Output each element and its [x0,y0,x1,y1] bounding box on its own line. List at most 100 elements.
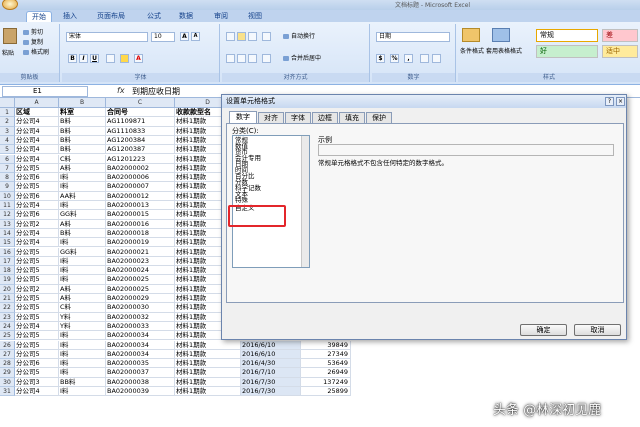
table-cell[interactable]: AG1201223 [106,154,175,164]
row-header[interactable]: 12 [0,210,15,220]
font-size-select[interactable]: 10 [151,32,175,42]
table-cell[interactable]: BA02000002 [106,163,175,174]
table-cell[interactable]: GG料 [59,247,106,257]
align-top-icon[interactable] [226,32,235,41]
table-cell[interactable]: BA02000013 [106,201,175,211]
table-cell[interactable]: AG1110833 [106,126,175,136]
row-header[interactable]: 26 [0,340,15,350]
table-cell[interactable]: Y料 [59,312,106,322]
table-cell[interactable]: 材料1期款 [175,368,241,378]
table-cell[interactable]: 53649 [301,359,351,369]
row-header[interactable]: 1 [0,108,15,118]
name-box[interactable]: E1 [2,86,88,97]
tab-page-layout[interactable]: 页面布局 [92,11,130,22]
row-header[interactable]: 11 [0,201,15,211]
table-cell[interactable]: 分公司4 [15,145,59,155]
row-header[interactable]: 17 [0,256,15,267]
table-cell[interactable]: 2016/6/10 [241,349,301,360]
decrease-decimal-icon[interactable] [432,54,441,63]
row-header[interactable]: 24 [0,321,15,332]
table-cell[interactable]: 分公司4 [15,117,59,127]
table-cell[interactable]: 137249 [301,377,351,387]
table-cell[interactable]: 分公司5 [15,182,59,192]
fill-color-icon[interactable] [120,54,129,63]
table-cell[interactable]: 分公司5 [15,331,59,341]
select-all-corner[interactable] [0,98,15,108]
tab-insert[interactable]: 插入 [58,11,82,22]
table-cell[interactable]: BA02000021 [106,247,175,257]
table-cell[interactable]: 材料1期款 [175,340,241,350]
table-format-button[interactable]: 套用表格格式 [484,46,524,55]
comma-button[interactable]: , [404,54,413,63]
table-cell[interactable]: 合同号 [106,108,175,118]
table-cell[interactable]: AG1200384 [106,135,175,146]
table-cell[interactable]: 分公司5 [15,340,59,350]
align-center-icon[interactable] [237,54,246,63]
align-middle-icon[interactable] [237,32,246,41]
align-right-icon[interactable] [248,54,257,63]
row-header[interactable]: 25 [0,331,15,341]
table-cell[interactable]: 2016/7/30 [241,377,301,387]
row-header[interactable]: 28 [0,359,15,369]
row-header[interactable]: 21 [0,294,15,304]
table-cell[interactable]: 分公司6 [15,210,59,220]
tab-view[interactable]: 视图 [243,11,267,22]
table-cell[interactable]: 分公司5 [15,294,59,304]
row-header[interactable]: 4 [0,135,15,146]
style-good[interactable]: 好 [536,45,598,58]
row-header[interactable]: 31 [0,387,15,397]
table-cell[interactable]: B料 [59,117,106,127]
table-cell[interactable]: 分公司5 [15,247,59,257]
table-format-icon[interactable] [492,28,510,42]
table-cell[interactable]: A料 [59,284,106,294]
increase-decimal-icon[interactable] [420,54,429,63]
row-header[interactable]: 13 [0,219,15,229]
table-cell[interactable]: 分公司5 [15,256,59,267]
table-cell[interactable]: BA02000016 [106,219,175,229]
table-cell[interactable]: BB料 [59,377,106,387]
table-cell[interactable]: 2016/7/10 [241,368,301,378]
underline-button[interactable]: U [90,54,99,63]
column-header-a[interactable]: A [15,98,59,108]
table-cell[interactable]: A料 [59,219,106,229]
conditional-format-icon[interactable] [462,28,480,42]
row-header[interactable]: 7 [0,163,15,174]
table-cell[interactable]: 分公司4 [15,321,59,332]
table-cell[interactable]: 区域 [15,108,59,118]
tab-review[interactable]: 审阅 [209,11,233,22]
row-header[interactable]: 19 [0,275,15,285]
table-cell[interactable]: 分公司5 [15,163,59,174]
table-cell[interactable]: B料 [59,135,106,146]
table-cell[interactable]: 39849 [301,340,351,350]
row-header[interactable]: 10 [0,191,15,201]
row-header[interactable]: 30 [0,377,15,387]
style-normal[interactable]: 常规 [536,29,598,42]
table-cell[interactable]: 分公司5 [15,303,59,313]
table-cell[interactable]: I料 [59,182,106,192]
table-cell[interactable]: B料 [59,145,106,155]
table-cell[interactable]: BA02000018 [106,228,175,239]
table-cell[interactable]: I料 [59,340,106,350]
table-cell[interactable]: 分公司6 [15,191,59,201]
help-icon[interactable]: ? [605,97,614,106]
table-cell[interactable]: BA02000025 [106,275,175,285]
table-cell[interactable]: AG1109871 [106,117,175,127]
tab-fill[interactable]: 填充 [339,112,365,123]
row-header[interactable]: 3 [0,126,15,136]
table-cell[interactable]: BA02000030 [106,303,175,313]
column-header-b[interactable]: B [59,98,106,108]
align-bottom-icon[interactable] [248,32,257,41]
row-header[interactable]: 29 [0,368,15,378]
category-special[interactable]: 特殊 [235,197,248,204]
copy-button[interactable]: 复制 [22,38,43,47]
orientation-icon[interactable] [262,32,271,41]
row-header[interactable]: 14 [0,228,15,239]
table-cell[interactable]: 分公司3 [15,377,59,387]
percent-button[interactable]: % [390,54,399,63]
table-cell[interactable]: A料 [59,163,106,174]
table-cell[interactable]: 分公司4 [15,201,59,211]
number-format-select[interactable]: 日期 [376,32,450,42]
table-cell[interactable]: BA02000034 [106,340,175,350]
style-bad[interactable]: 差 [602,29,638,42]
table-cell[interactable]: 分公司5 [15,312,59,322]
